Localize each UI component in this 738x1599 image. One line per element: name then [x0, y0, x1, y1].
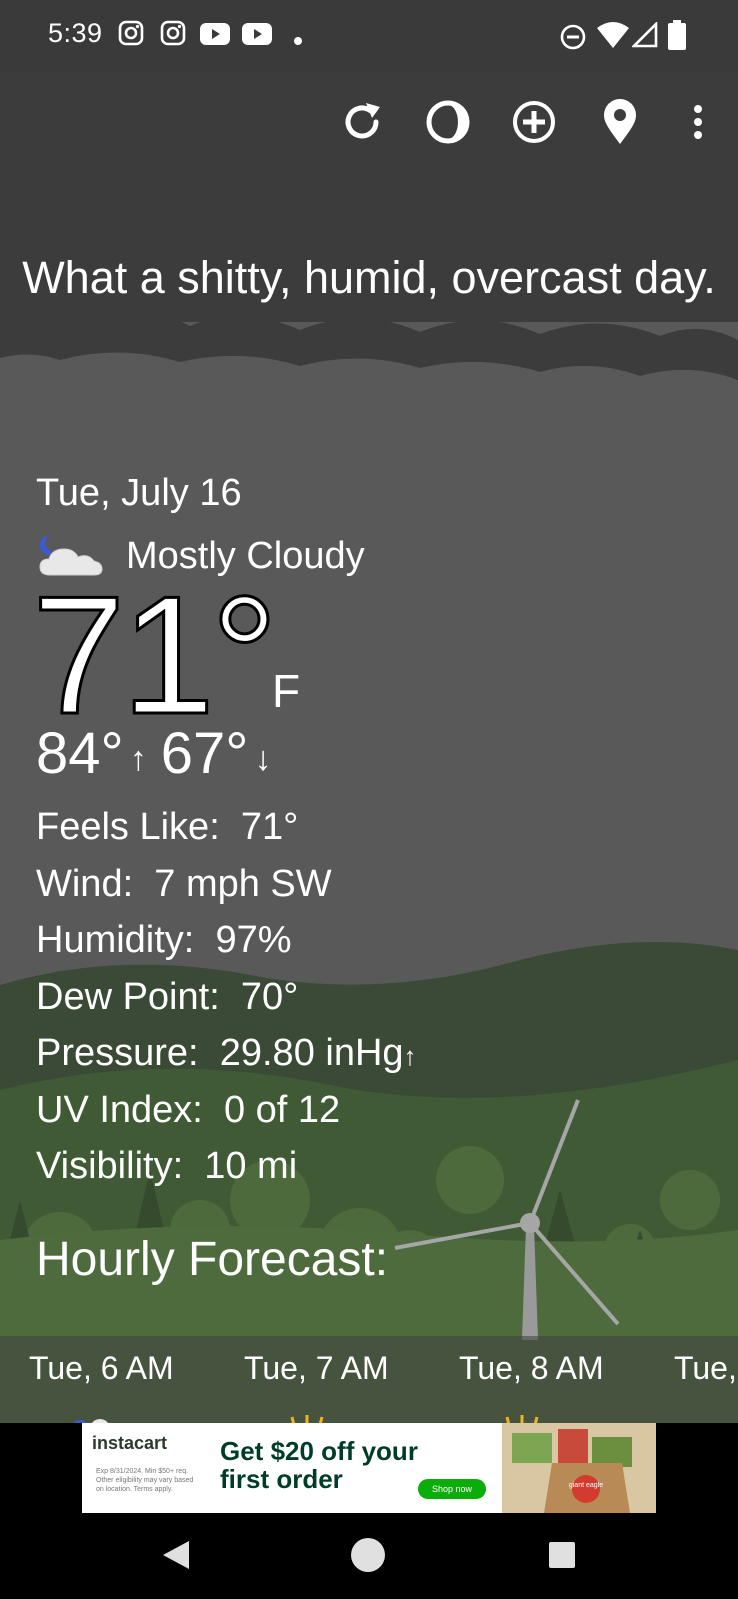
add-location-button[interactable]	[506, 96, 562, 152]
refresh-button[interactable]	[334, 96, 390, 152]
status-time: 5:39	[48, 18, 103, 48]
instagram-icon	[118, 20, 144, 51]
hourly-item[interactable]: Tue,	[674, 1350, 737, 1387]
wifi-icon	[597, 22, 629, 53]
visibility: Visibility: 10 mi	[36, 1145, 298, 1187]
back-button[interactable]	[154, 1535, 198, 1579]
navigation-bar	[0, 1515, 738, 1599]
uv-index: UV Index: 0 of 12	[36, 1088, 341, 1131]
pressure-row: Pressure: 29.80 inHg↑	[36, 1025, 417, 1082]
youtube-icon	[200, 23, 230, 50]
hourly-item[interactable]: Tue, 7 AM	[244, 1350, 389, 1387]
dot-icon	[294, 32, 302, 50]
ad-headline-line-1: Get $20 off your	[220, 1436, 418, 1466]
location-button[interactable]	[592, 96, 648, 152]
ad-area: instacart Exp 8/31/2024. Min $50+ req. O…	[0, 1423, 738, 1515]
dew-point: Dew Point: 70°	[36, 975, 299, 1018]
overflow-menu-icon	[693, 104, 703, 145]
pressure-trend-icon: ↑	[403, 1041, 417, 1071]
ad-product-image: giant eagle	[502, 1423, 656, 1513]
weather-headline: What a shitty, humid, overcast day.	[22, 252, 716, 303]
humidity: Humidity: 97%	[36, 919, 292, 961]
hourly-forecast-list[interactable]: Tue, 6 AM Tue, 7 AM Tue, 8 AM Tue,	[0, 1336, 738, 1423]
add-location-icon	[510, 98, 558, 151]
hourly-item[interactable]: Tue, 6 AM	[29, 1350, 174, 1387]
location-pin-icon	[600, 98, 640, 151]
recents-button[interactable]	[540, 1535, 584, 1579]
home-circle-icon	[350, 1537, 386, 1578]
refresh-icon	[338, 98, 386, 151]
home-button[interactable]	[346, 1535, 390, 1579]
back-triangle-icon	[161, 1539, 191, 1576]
ad-shop-now-button[interactable]: Shop now	[418, 1479, 486, 1499]
instagram-icon	[160, 20, 186, 51]
low-temp: 67°	[160, 721, 249, 786]
ad-banner[interactable]: instacart Exp 8/31/2024. Min $50+ req. O…	[82, 1423, 656, 1513]
sun-rays-icon	[290, 1412, 324, 1423]
moon-icon	[70, 1414, 110, 1423]
temperature-unit: F	[272, 665, 301, 717]
hourly-forecast-title: Hourly Forecast:	[36, 1233, 389, 1286]
overflow-menu-button[interactable]	[670, 96, 726, 152]
low-arrow-icon: ↓	[254, 740, 272, 778]
recents-square-icon	[548, 1541, 576, 1574]
wind: Wind: 7 mph SW	[36, 862, 332, 905]
ad-product-label: giant eagle	[569, 1482, 603, 1489]
cell-signal-icon	[630, 20, 658, 53]
ad-headline-line-2: first order	[220, 1464, 343, 1494]
ad-headline: Get $20 off your first order	[220, 1437, 450, 1493]
ad-brand-logo: instacart	[92, 1433, 168, 1453]
do-not-disturb-icon	[560, 24, 586, 55]
battery-icon	[668, 20, 686, 55]
pressure: Pressure: 29.80 inHg	[36, 1032, 404, 1074]
high-arrow-icon: ↑	[129, 740, 147, 778]
high-low-temps: 84° ↑ 67° ↓	[36, 720, 285, 787]
theme-icon	[424, 98, 472, 151]
high-temp: 84°	[36, 721, 124, 786]
current-temperature: 71°	[30, 561, 279, 749]
sun-rays-icon	[505, 1412, 539, 1423]
feels-like: Feels Like: 71°	[36, 806, 299, 848]
current-date: Tue, July 16	[36, 472, 242, 514]
status-bar: 5:39	[0, 0, 738, 72]
ad-fine-print: Exp 8/31/2024. Min $50+ req. Other eligi…	[96, 1468, 194, 1493]
weather-details: Feels Like: 71° Wind: 7 mph SW Humidity:…	[36, 799, 417, 1195]
hourly-item[interactable]: Tue, 8 AM	[459, 1350, 604, 1387]
theme-button[interactable]	[420, 96, 476, 152]
youtube-icon	[242, 23, 272, 50]
